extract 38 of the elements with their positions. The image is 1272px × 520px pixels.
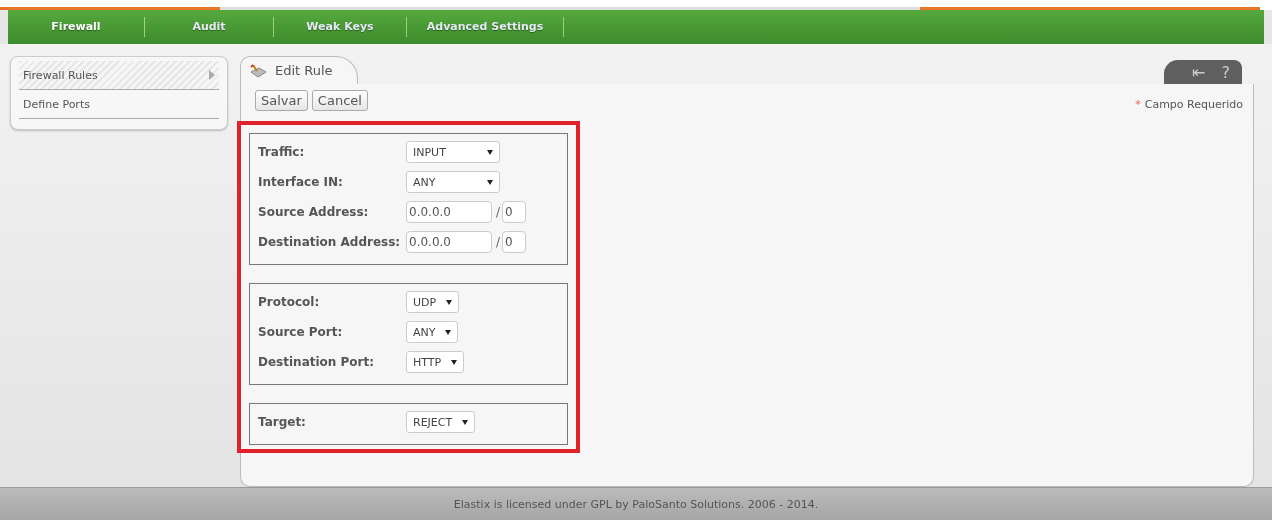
caret-icon xyxy=(487,149,493,155)
panel-tab[interactable]: Edit Rule xyxy=(240,56,358,84)
required-note: Campo Requerido xyxy=(1144,98,1243,111)
separator-text: / xyxy=(496,205,501,219)
caret-icon xyxy=(445,329,452,335)
field-label: Traffic: xyxy=(258,145,306,159)
field-label: Protocol: xyxy=(258,295,321,309)
caret-icon xyxy=(487,179,493,185)
select-field[interactable]: REJECT xyxy=(406,411,476,433)
form-button[interactable]: Cancel xyxy=(311,90,368,111)
collapse-button[interactable]: ⇤ xyxy=(1192,62,1206,82)
separator-text: / xyxy=(496,235,501,249)
field-label: Target: xyxy=(258,415,307,429)
field-label: Destination Port: xyxy=(258,355,376,369)
select-field[interactable]: ANY xyxy=(406,321,459,343)
select-field[interactable]: INPUT xyxy=(406,141,500,163)
tools-icon xyxy=(249,62,267,79)
mask-field[interactable]: 0 xyxy=(502,201,527,223)
sidebar-item[interactable]: Define Ports xyxy=(19,90,219,119)
field-label: Source Port: xyxy=(258,325,344,339)
form-button[interactable]: Salvar xyxy=(255,90,308,111)
address-field[interactable]: 0.0.0.0 xyxy=(406,201,492,223)
select-field[interactable]: HTTP xyxy=(406,351,465,373)
caret-icon xyxy=(462,419,469,425)
field-label: Interface IN: xyxy=(258,175,344,189)
required-mark: * xyxy=(1135,98,1141,111)
mask-field[interactable]: 0 xyxy=(502,231,527,253)
caret-icon xyxy=(446,299,453,305)
footer-text: Elastix is licensed under GPL by PaloSanto Solutions. 2006 - 2014. xyxy=(453,498,819,511)
help-button[interactable]: ? xyxy=(1221,62,1230,82)
select-field[interactable]: ANY xyxy=(406,171,500,193)
select-field[interactable]: UDP xyxy=(406,291,460,313)
arrow-icon xyxy=(209,70,215,80)
field-label: Source Address: xyxy=(258,205,370,219)
address-field[interactable]: 0.0.0.0 xyxy=(406,231,492,253)
caret-icon xyxy=(451,359,458,365)
field-label: Destination Address: xyxy=(258,235,402,249)
sidebar-item[interactable]: Firewall Rules xyxy=(19,61,219,90)
